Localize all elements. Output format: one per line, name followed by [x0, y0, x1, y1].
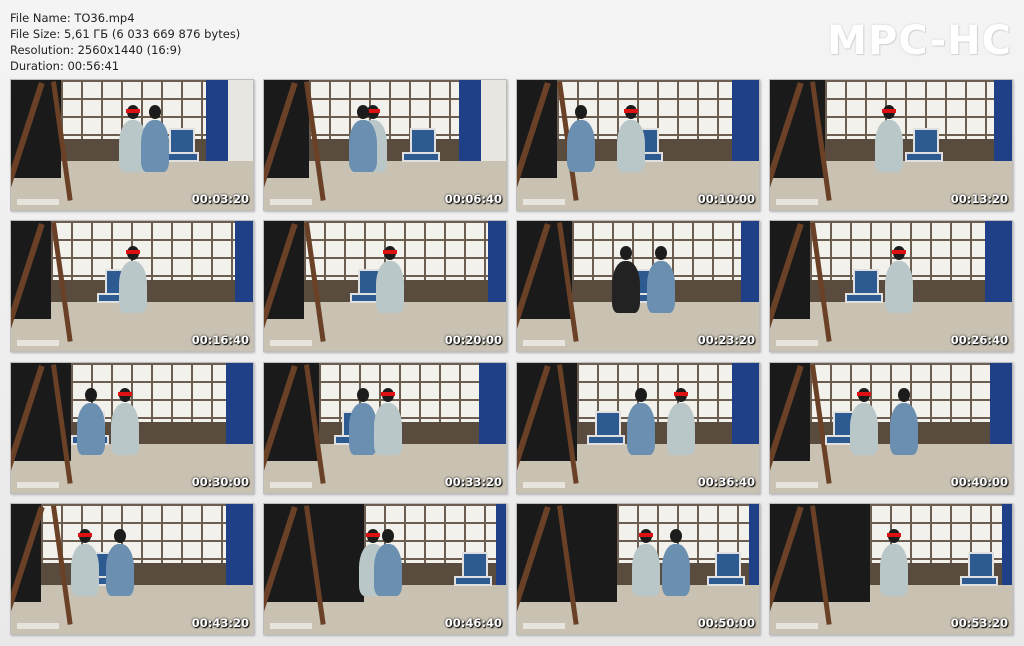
- file-info: File Name: TO36.mp4 File Size: 5,61 ГБ (…: [10, 10, 240, 74]
- thumbnail: 00:53:20: [769, 503, 1013, 635]
- timestamp: 00:40:00: [950, 475, 1008, 489]
- thumbnail: 00:43:20: [10, 503, 254, 635]
- watermark: [270, 623, 312, 629]
- watermark: [776, 199, 818, 205]
- thumbnail: 00:33:20: [263, 362, 507, 494]
- timestamp: 00:36:40: [697, 475, 755, 489]
- timestamp: 00:23:20: [697, 333, 755, 347]
- watermark: [523, 482, 565, 488]
- thumbnail: 00:30:00: [10, 362, 254, 494]
- resolution: Resolution: 2560x1440 (16:9): [10, 43, 182, 57]
- timestamp: 00:50:00: [697, 616, 755, 630]
- timestamp: 00:26:40: [950, 333, 1008, 347]
- timestamp: 00:13:20: [950, 192, 1008, 206]
- watermark: [270, 199, 312, 205]
- thumbnail: 00:23:20: [516, 220, 760, 352]
- timestamp: 00:46:40: [444, 616, 502, 630]
- file-size: File Size: 5,61 ГБ (6 033 669 876 bytes): [10, 27, 241, 41]
- thumbnail: 00:46:40: [263, 503, 507, 635]
- thumbnail: 00:03:20: [10, 79, 254, 211]
- timestamp: 00:30:00: [191, 475, 249, 489]
- thumbnail: 00:10:00: [516, 79, 760, 211]
- timestamp: 00:10:00: [697, 192, 755, 206]
- watermark: [776, 623, 818, 629]
- thumbnail: 00:36:40: [516, 362, 760, 494]
- duration: Duration: 00:56:41: [10, 59, 120, 73]
- watermark: [17, 340, 59, 346]
- thumbnail: 00:50:00: [516, 503, 760, 635]
- watermark: [270, 340, 312, 346]
- file-name: File Name: TO36.mp4: [10, 11, 135, 25]
- watermark: [523, 199, 565, 205]
- timestamp: 00:20:00: [444, 333, 502, 347]
- timestamp: 00:43:20: [191, 616, 249, 630]
- timestamp: 00:33:20: [444, 475, 502, 489]
- timestamp: 00:53:20: [950, 616, 1008, 630]
- watermark: [17, 623, 59, 629]
- watermark: [523, 340, 565, 346]
- thumbnail: 00:13:20: [769, 79, 1013, 211]
- thumbnail-grid: 00:03:20 00:06:40 00:10:00 00:13:20 00:16:40…: [10, 79, 1015, 637]
- thumbnail: 00:40:00: [769, 362, 1013, 494]
- timestamp: 00:03:20: [191, 192, 249, 206]
- timestamp: 00:06:40: [444, 192, 502, 206]
- mpc-hc-logo: MPC-HC: [827, 18, 1012, 64]
- watermark: [17, 482, 59, 488]
- watermark: [17, 199, 59, 205]
- timestamp: 00:16:40: [191, 333, 249, 347]
- watermark: [523, 623, 565, 629]
- watermark: [776, 482, 818, 488]
- thumbnail: 00:16:40: [10, 220, 254, 352]
- watermark: [776, 340, 818, 346]
- thumbnail: 00:26:40: [769, 220, 1013, 352]
- thumbnail: 00:06:40: [263, 79, 507, 211]
- thumbnail: 00:20:00: [263, 220, 507, 352]
- watermark: [270, 482, 312, 488]
